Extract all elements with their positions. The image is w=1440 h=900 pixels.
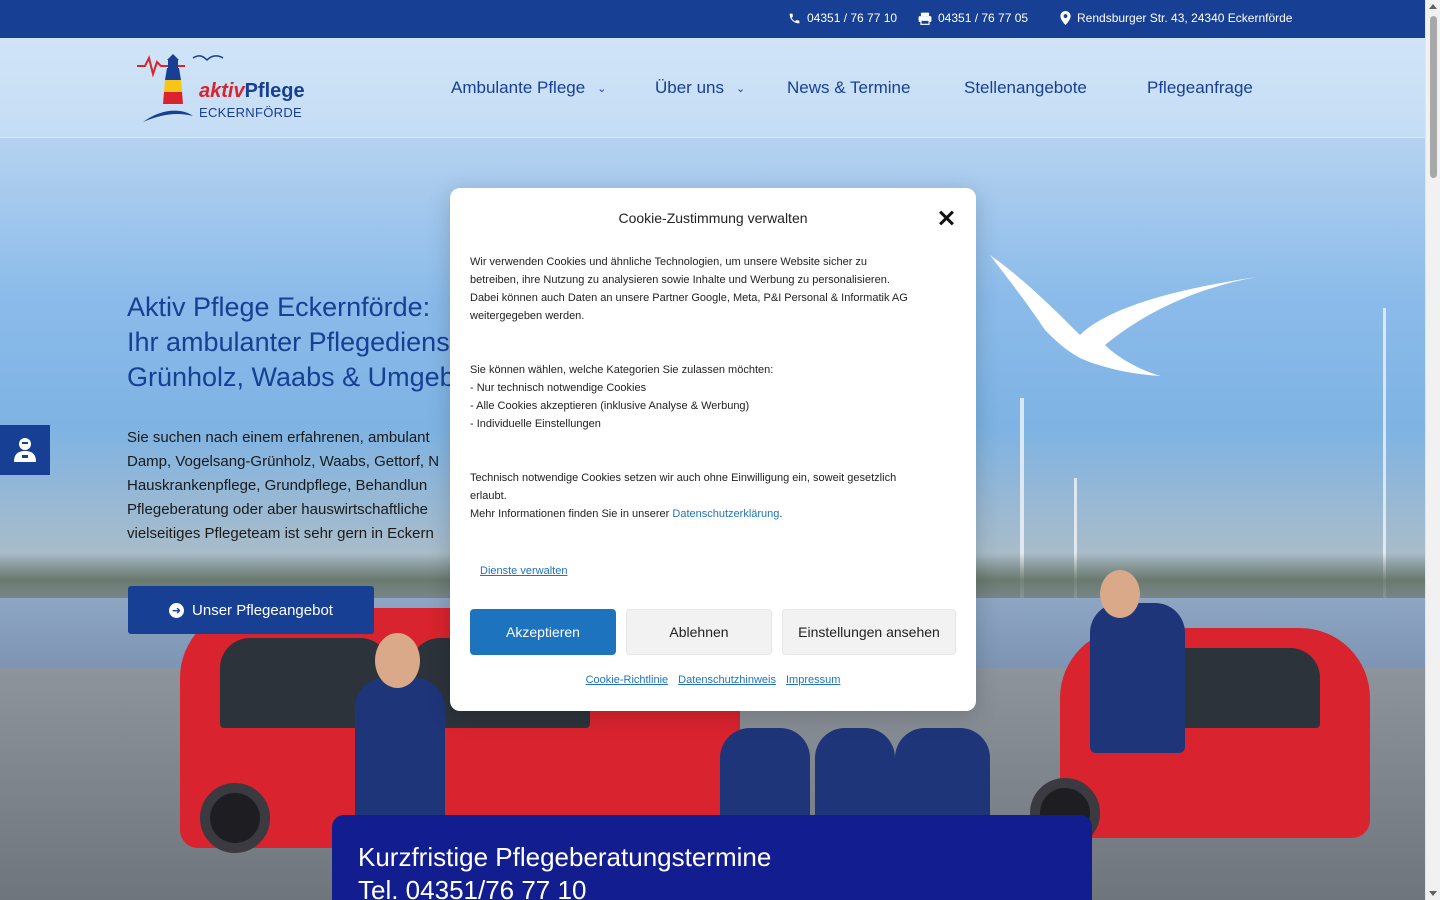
scroll-down-icon[interactable] — [1429, 891, 1437, 896]
hero-intro-text: Sie suchen nach einem erfahrenen, ambula… — [127, 429, 440, 542]
chevron-down-icon: ⌄ — [735, 82, 746, 95]
topbar-phone[interactable]: 04351 / 76 77 10 — [788, 11, 897, 25]
imprint-link[interactable]: Impressum — [786, 674, 840, 686]
nav-item-ambulante-pflege[interactable]: Ambulante Pflege ⌄ — [451, 78, 606, 98]
cookie-policy-link[interactable]: Cookie-Richtlinie — [586, 674, 669, 686]
chevron-down-icon: ⌄ — [597, 82, 607, 95]
cookie-dialog-body: Wir verwenden Cookies und ähnliche Techn… — [470, 256, 908, 520]
seagull-image — [990, 255, 1257, 376]
accessibility-icon — [14, 438, 36, 462]
cookie-dialog-title: Cookie-Zustimmung verwalten — [618, 210, 808, 226]
cookie-footer-links: Cookie-Richtlinie Datenschutzhinweis Imp… — [450, 674, 976, 686]
scroll-up-icon[interactable] — [1429, 4, 1437, 9]
deny-button[interactable]: Ablehnen — [626, 609, 772, 655]
phone-icon — [789, 13, 800, 23]
fax-icon — [918, 12, 932, 25]
privacy-policy-link[interactable]: Datenschutzerklärung — [672, 508, 779, 520]
nav-item-news-termine[interactable]: News & Termine — [787, 78, 910, 98]
arrow-right-circle-icon: ➜ — [169, 602, 185, 618]
consultation-banner: Kurzfristige Pflegeberatungstermine Tel.… — [332, 815, 1092, 900]
logo-brand-text: aktivPflege — [199, 80, 305, 102]
pflegeangebot-button[interactable]: ➜ Unser Pflegeangebot — [128, 586, 374, 634]
cookie-consent-dialog: Cookie-Zustimmung verwalten Wir verwende… — [450, 188, 976, 711]
topbar-phone-text: 04351 / 76 77 10 — [807, 11, 898, 25]
hero-title: Aktiv Pflege Eckernförde: Ihr ambulanter… — [127, 292, 455, 392]
top-contact-bar: 04351 / 76 77 10 04351 / 76 77 05 Rendsb… — [0, 0, 1425, 38]
privacy-notice-link[interactable]: Datenschutzhinweis — [678, 674, 776, 686]
topbar-fax-text: 04351 / 76 77 05 — [938, 11, 1029, 25]
nav-item-ueber-uns[interactable]: Über uns ⌄ — [655, 78, 745, 98]
scrollbar-thumb[interactable] — [1430, 16, 1437, 178]
nav-item-stellenangebote[interactable]: Stellenangebote — [964, 78, 1087, 98]
logo-subtitle: ECKERNFÖRDE — [199, 105, 302, 120]
banner-phone-link[interactable]: Tel. 04351/76 77 10 — [358, 874, 1092, 900]
site-header: aktivPflege ECKERNFÖRDE Ambulante Pflege… — [0, 38, 1425, 138]
accept-button[interactable]: Akzeptieren — [470, 609, 616, 655]
page-scrollbar[interactable] — [1425, 0, 1440, 900]
manage-services-link[interactable]: Dienste verwalten — [480, 565, 567, 577]
close-icon[interactable] — [936, 208, 956, 228]
accessibility-toggle[interactable] — [0, 425, 50, 475]
site-logo[interactable]: aktivPflege ECKERNFÖRDE — [137, 52, 307, 126]
map-pin-icon — [1060, 11, 1071, 25]
nav-item-pflegeanfrage[interactable]: Pflegeanfrage — [1147, 78, 1253, 98]
topbar-address-text: Rendsburger Str. 43, 24340 Eckernförde — [1077, 11, 1293, 25]
view-preferences-button[interactable]: Einstellungen ansehen — [782, 609, 956, 655]
topbar-fax[interactable]: 04351 / 76 77 05 — [918, 11, 1028, 25]
topbar-address[interactable]: Rendsburger Str. 43, 24340 Eckernförde — [1060, 11, 1292, 25]
